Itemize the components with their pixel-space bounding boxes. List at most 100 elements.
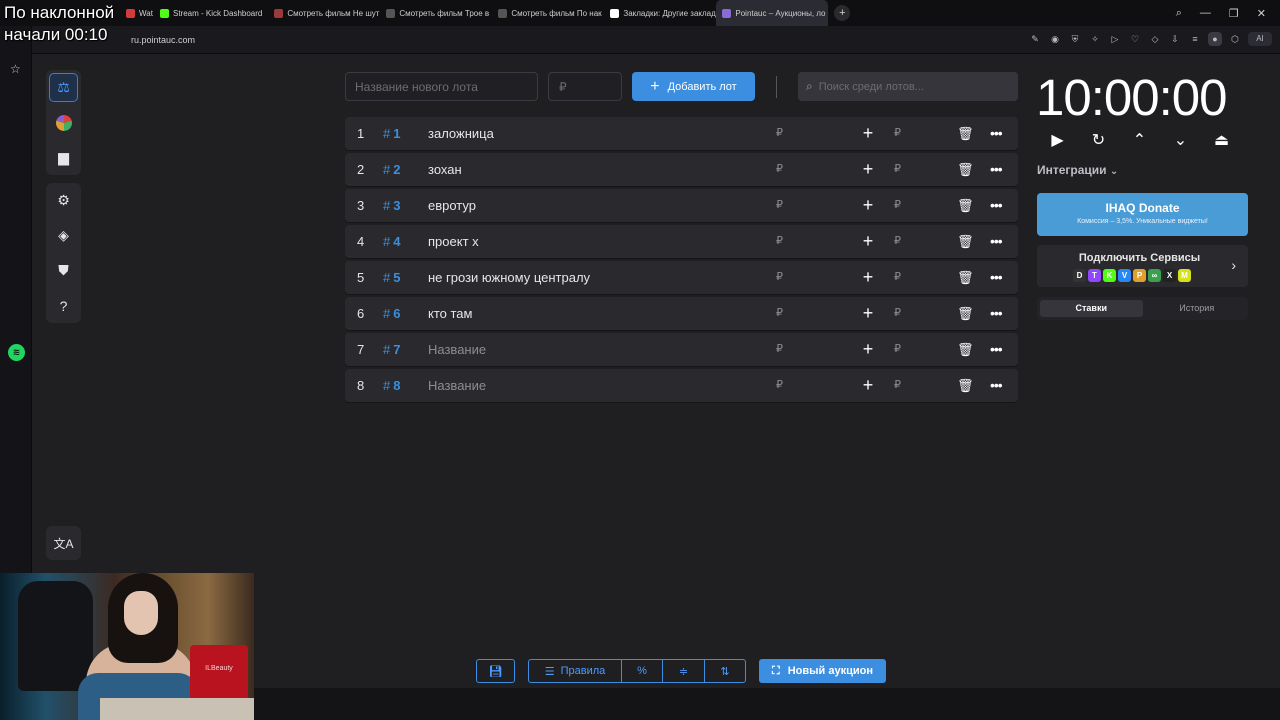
more-options-icon[interactable]: ••• [990,297,1003,330]
lot-add-amount[interactable]: ₽ [894,369,901,402]
lot-name[interactable]: проект х [428,225,479,258]
lot-add-amount[interactable]: ₽ [894,225,901,258]
spotify-icon[interactable]: ≋ [8,344,25,361]
add-lot-button[interactable]: + Добавить лот [632,72,755,101]
help-icon[interactable]: ? [49,291,78,320]
sort-button[interactable]: ⇅ [705,660,745,682]
add-bid-plus-icon[interactable]: + [860,261,876,294]
auction-gavel-icon[interactable]: ⚖ [49,73,78,102]
add-bid-plus-icon[interactable]: + [860,297,876,330]
add-bid-plus-icon[interactable]: + [860,117,876,150]
shield-check-icon[interactable]: ⛊ [49,256,78,285]
extension-icon[interactable]: ✧ [1088,32,1102,46]
lot-name[interactable]: зохан [428,153,462,186]
chevron-up-icon[interactable]: ⌃ [1131,131,1148,151]
lot-search-input[interactable] [818,80,999,93]
percent-button[interactable]: % [622,660,663,682]
new-auction-button[interactable]: ⛶ Новый аукцион [759,659,886,683]
lot-name[interactable]: Название [428,369,486,402]
trash-icon[interactable]: 🗑︎ [957,333,974,366]
trash-icon[interactable]: 🗑︎ [957,297,974,330]
edit-icon[interactable]: ✎ [1028,32,1042,46]
lot-add-amount[interactable]: ₽ [894,333,901,366]
more-options-icon[interactable]: ••• [990,117,1003,150]
minimize-icon[interactable]: — [1200,7,1211,19]
profile-icon[interactable]: ● [1208,32,1222,46]
trash-icon[interactable]: 🗑︎ [957,261,974,294]
trash-icon[interactable]: 🗑︎ [957,369,974,402]
more-options-icon[interactable]: ••• [990,333,1003,366]
play-icon[interactable]: ▷ [1108,32,1122,46]
search-tabs-icon[interactable]: ⌕ [1176,7,1182,20]
add-bid-plus-icon[interactable]: + [860,333,876,366]
trash-icon[interactable]: 🗑︎ [957,117,974,150]
more-options-icon[interactable]: ••• [990,225,1003,258]
layers-icon[interactable]: ◈ [49,221,78,250]
trash-icon[interactable]: 🗑︎ [957,225,974,258]
heart-icon[interactable]: ♡ [1128,32,1142,46]
menu-icon[interactable]: ≡ [1188,32,1202,46]
lot-name[interactable]: заложница [428,117,494,150]
tab-bids[interactable]: Ставки [1040,300,1143,317]
browser-tab[interactable]: Смотреть фильм Не шут [268,0,380,26]
lot-amount[interactable]: ₽ [776,189,783,222]
more-options-icon[interactable]: ••• [990,369,1003,402]
wallet-icon[interactable]: ⬡ [1228,32,1242,46]
browser-tab[interactable]: Смотреть фильм Трое в [380,0,492,26]
connect-services-button[interactable]: Подключить Сервисы D T K V P ∞ X M › [1037,245,1248,287]
new-lot-name-input[interactable] [345,72,538,101]
lot-add-amount[interactable]: ₽ [894,153,901,186]
add-bid-plus-icon[interactable]: + [860,225,876,258]
translate-icon[interactable]: 文A [46,526,81,560]
lot-add-amount[interactable]: ₽ [894,117,901,150]
settings-gear-icon[interactable]: ⚙ [49,186,78,215]
add-bid-plus-icon[interactable]: + [860,153,876,186]
ai-button[interactable]: AI [1248,32,1272,46]
new-lot-price-input[interactable] [548,72,622,101]
camera-icon[interactable]: ◉ [1048,32,1062,46]
lot-amount[interactable]: ₽ [776,369,783,402]
lot-amount[interactable]: ₽ [776,117,783,150]
lot-amount[interactable]: ₽ [776,225,783,258]
lot-amount[interactable]: ₽ [776,333,783,366]
download-icon[interactable]: ⇩ [1168,32,1182,46]
rules-button[interactable]: ☰ Правила [529,660,622,682]
add-bid-plus-icon[interactable]: + [860,369,876,402]
more-options-icon[interactable]: ••• [990,153,1003,186]
maximize-icon[interactable]: ❐ [1229,7,1239,20]
cube-icon[interactable]: ◇ [1148,32,1162,46]
new-tab-button[interactable]: + [834,5,851,21]
trash-icon[interactable]: 🗑︎ [957,153,974,186]
add-bid-plus-icon[interactable]: + [860,189,876,222]
save-button[interactable]: 💾︎ [476,659,515,683]
lot-add-amount[interactable]: ₽ [894,189,901,222]
browser-tab[interactable]: Stream - Kick Dashboard [154,0,268,26]
browser-tab[interactable]: Закладки: Другие заклад [604,0,716,26]
close-window-icon[interactable]: ✕ [1257,7,1266,20]
bookmark-star-icon[interactable]: ☆ [10,62,21,76]
double-up-icon[interactable]: ⏏ [1213,131,1230,151]
integrations-dropdown[interactable]: Интеграции ⌄ [1037,163,1118,177]
lot-add-amount[interactable]: ₽ [894,261,901,294]
browser-tab[interactable]: Pointauc – Аукционы, ло [716,0,829,26]
shield-icon[interactable]: ⛨ [1068,32,1082,46]
lot-name[interactable]: кто там [428,297,472,330]
reset-icon[interactable]: ↻ [1090,131,1107,151]
browser-tab[interactable]: Wat [120,0,154,26]
more-options-icon[interactable]: ••• [990,261,1003,294]
chevron-down-icon[interactable]: ⌄ [1172,131,1189,151]
more-options-icon[interactable]: ••• [990,189,1003,222]
wheel-pie-icon[interactable] [49,108,78,137]
lot-name[interactable]: евротур [428,189,476,222]
ihaq-donate-button[interactable]: IHAQ Donate Комиссия – 3,5%. Уникальные … [1037,193,1248,236]
lot-name[interactable]: Название [428,333,486,366]
lot-add-amount[interactable]: ₽ [894,297,901,330]
play-icon[interactable]: ▶ [1049,131,1066,151]
split-button[interactable]: ≑ [663,660,705,682]
tab-history[interactable]: История [1146,297,1249,320]
lot-search[interactable]: ⌕ [798,72,1018,101]
lot-amount[interactable]: ₽ [776,261,783,294]
url-text[interactable]: ru.pointauc.com [131,35,195,45]
lot-amount[interactable]: ₽ [776,297,783,330]
stats-chart-icon[interactable]: ▆ [49,143,78,172]
